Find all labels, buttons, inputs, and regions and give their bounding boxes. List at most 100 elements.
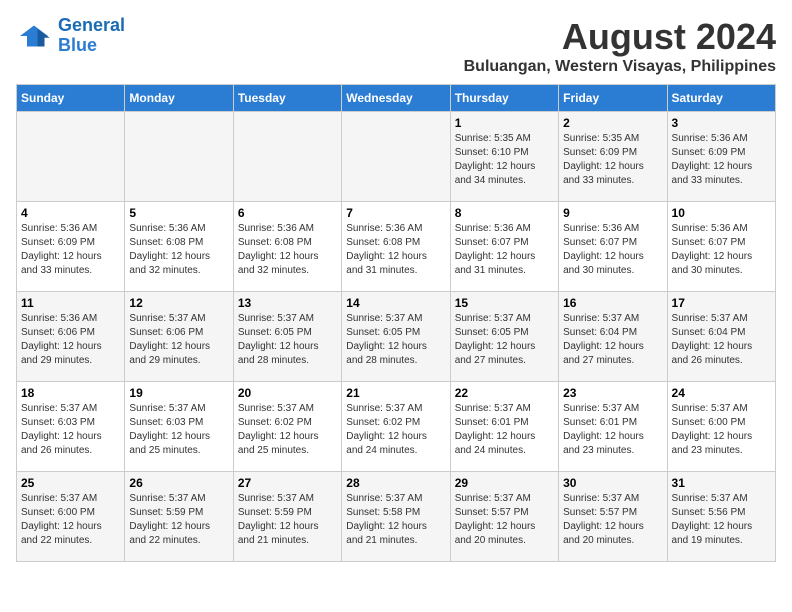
day-info: Sunrise: 5:35 AM Sunset: 6:09 PM Dayligh… [563,132,662,188]
day-number: 1 [455,116,554,130]
day-info: Sunrise: 5:37 AM Sunset: 6:06 PM Dayligh… [129,312,228,368]
day-number: 23 [563,386,662,400]
calendar-cell: 14 Sunrise: 5:37 AM Sunset: 6:05 PM Dayli… [342,292,450,382]
day-info: Sunrise: 5:37 AM Sunset: 6:03 PM Dayligh… [21,402,120,458]
calendar-cell: 11 Sunrise: 5:36 AM Sunset: 6:06 PM Dayli… [17,292,125,382]
day-number: 4 [21,206,120,220]
day-info: Sunrise: 5:37 AM Sunset: 6:03 PM Dayligh… [129,402,228,458]
calendar-cell: 23 Sunrise: 5:37 AM Sunset: 6:01 PM Dayli… [559,382,667,472]
calendar-cell: 26 Sunrise: 5:37 AM Sunset: 5:59 PM Dayli… [125,472,233,562]
week-row-2: 4 Sunrise: 5:36 AM Sunset: 6:09 PM Daylig… [17,202,776,292]
calendar-cell: 30Sunrise: 5:37 AM Sunset: 5:57 PM Dayli… [559,472,667,562]
day-info: Sunrise: 5:36 AM Sunset: 6:07 PM Dayligh… [563,222,662,278]
day-info: Sunrise: 5:37 AM Sunset: 5:57 PM Dayligh… [563,492,662,548]
calendar-cell: 31Sunrise: 5:37 AM Sunset: 5:56 PM Dayli… [667,472,775,562]
week-row-5: 25 Sunrise: 5:37 AM Sunset: 6:00 PM Dayli… [17,472,776,562]
calendar-cell [17,112,125,202]
day-info: Sunrise: 5:37 AM Sunset: 6:00 PM Dayligh… [21,492,120,548]
day-number: 28 [346,476,445,490]
title-area: August 2024 Buluangan, Western Visayas, … [464,16,776,76]
calendar-cell: 12 Sunrise: 5:37 AM Sunset: 6:06 PM Dayli… [125,292,233,382]
day-number: 12 [129,296,228,310]
day-header-saturday: Saturday [667,85,775,112]
calendar-cell [125,112,233,202]
calendar-cell: 27 Sunrise: 5:37 AM Sunset: 5:59 PM Dayli… [233,472,341,562]
day-number: 20 [238,386,337,400]
day-number: 14 [346,296,445,310]
day-number: 17 [672,296,771,310]
calendar-cell: 28 Sunrise: 5:37 AM Sunset: 5:58 PM Dayli… [342,472,450,562]
calendar-cell: 22 Sunrise: 5:37 AM Sunset: 6:01 PM Dayli… [450,382,558,472]
day-info: Sunrise: 5:37 AM Sunset: 6:01 PM Dayligh… [563,402,662,458]
day-number: 8 [455,206,554,220]
day-number: 11 [21,296,120,310]
calendar-cell: 20Sunrise: 5:37 AM Sunset: 6:02 PM Dayli… [233,382,341,472]
calendar-cell: 2Sunrise: 5:35 AM Sunset: 6:09 PM Daylig… [559,112,667,202]
day-info: Sunrise: 5:37 AM Sunset: 5:59 PM Dayligh… [238,492,337,548]
calendar-cell: 7Sunrise: 5:36 AM Sunset: 6:08 PM Daylig… [342,202,450,292]
day-number: 24 [672,386,771,400]
calendar-cell [342,112,450,202]
calendar-cell: 17 Sunrise: 5:37 AM Sunset: 6:04 PM Dayli… [667,292,775,382]
week-row-3: 11 Sunrise: 5:36 AM Sunset: 6:06 PM Dayli… [17,292,776,382]
day-number: 3 [672,116,771,130]
day-info: Sunrise: 5:37 AM Sunset: 6:01 PM Dayligh… [455,402,554,458]
calendar-cell: 4 Sunrise: 5:36 AM Sunset: 6:09 PM Daylig… [17,202,125,292]
week-row-1: 1 Sunrise: 5:35 AM Sunset: 6:10 PM Daylig… [17,112,776,202]
day-header-thursday: Thursday [450,85,558,112]
day-number: 22 [455,386,554,400]
day-number: 27 [238,476,337,490]
day-info: Sunrise: 5:37 AM Sunset: 6:02 PM Dayligh… [346,402,445,458]
day-number: 5 [129,206,228,220]
day-number: 25 [21,476,120,490]
calendar-cell: 19 Sunrise: 5:37 AM Sunset: 6:03 PM Dayli… [125,382,233,472]
calendar-cell: 25 Sunrise: 5:37 AM Sunset: 6:00 PM Dayli… [17,472,125,562]
day-info: Sunrise: 5:37 AM Sunset: 6:05 PM Dayligh… [455,312,554,368]
calendar-cell: 13 Sunrise: 5:37 AM Sunset: 6:05 PM Dayli… [233,292,341,382]
day-number: 29 [455,476,554,490]
header: General Blue August 2024 Buluangan, West… [16,16,776,76]
calendar-cell: 1 Sunrise: 5:35 AM Sunset: 6:10 PM Daylig… [450,112,558,202]
day-info: Sunrise: 5:36 AM Sunset: 6:06 PM Dayligh… [21,312,120,368]
main-title: August 2024 [464,16,776,58]
day-header-friday: Friday [559,85,667,112]
day-info: Sunrise: 5:36 AM Sunset: 6:08 PM Dayligh… [129,222,228,278]
day-info: Sunrise: 5:37 AM Sunset: 5:58 PM Dayligh… [346,492,445,548]
day-number: 13 [238,296,337,310]
calendar-table: SundayMondayTuesdayWednesdayThursdayFrid… [16,84,776,562]
week-row-4: 18 Sunrise: 5:37 AM Sunset: 6:03 PM Dayli… [17,382,776,472]
logo-icon [16,22,52,50]
calendar-cell: 21 Sunrise: 5:37 AM Sunset: 6:02 PM Dayli… [342,382,450,472]
calendar-cell: 9 Sunrise: 5:36 AM Sunset: 6:07 PM Daylig… [559,202,667,292]
logo-text: General Blue [58,16,125,56]
day-number: 19 [129,386,228,400]
day-info: Sunrise: 5:36 AM Sunset: 6:09 PM Dayligh… [21,222,120,278]
day-number: 18 [21,386,120,400]
calendar-cell: 8Sunrise: 5:36 AM Sunset: 6:07 PM Daylig… [450,202,558,292]
day-info: Sunrise: 5:37 AM Sunset: 6:05 PM Dayligh… [346,312,445,368]
day-header-monday: Monday [125,85,233,112]
day-info: Sunrise: 5:36 AM Sunset: 6:08 PM Dayligh… [238,222,337,278]
day-info: Sunrise: 5:37 AM Sunset: 5:57 PM Dayligh… [455,492,554,548]
day-number: 21 [346,386,445,400]
day-info: Sunrise: 5:37 AM Sunset: 6:05 PM Dayligh… [238,312,337,368]
calendar-cell: 5 Sunrise: 5:36 AM Sunset: 6:08 PM Daylig… [125,202,233,292]
day-info: Sunrise: 5:37 AM Sunset: 6:04 PM Dayligh… [563,312,662,368]
day-number: 26 [129,476,228,490]
day-info: Sunrise: 5:35 AM Sunset: 6:10 PM Dayligh… [455,132,554,188]
calendar-cell [233,112,341,202]
day-number: 10 [672,206,771,220]
subtitle: Buluangan, Western Visayas, Philippines [464,58,776,76]
calendar-cell: 29 Sunrise: 5:37 AM Sunset: 5:57 PM Dayli… [450,472,558,562]
calendar-cell: 24 Sunrise: 5:37 AM Sunset: 6:00 PM Dayli… [667,382,775,472]
calendar-cell: 10 Sunrise: 5:36 AM Sunset: 6:07 PM Dayli… [667,202,775,292]
logo: General Blue [16,16,125,56]
day-info: Sunrise: 5:36 AM Sunset: 6:09 PM Dayligh… [672,132,771,188]
day-info: Sunrise: 5:37 AM Sunset: 6:00 PM Dayligh… [672,402,771,458]
day-info: Sunrise: 5:37 AM Sunset: 5:59 PM Dayligh… [129,492,228,548]
day-info: Sunrise: 5:37 AM Sunset: 6:04 PM Dayligh… [672,312,771,368]
day-header-sunday: Sunday [17,85,125,112]
day-info: Sunrise: 5:36 AM Sunset: 6:07 PM Dayligh… [672,222,771,278]
day-number: 9 [563,206,662,220]
day-header-wednesday: Wednesday [342,85,450,112]
